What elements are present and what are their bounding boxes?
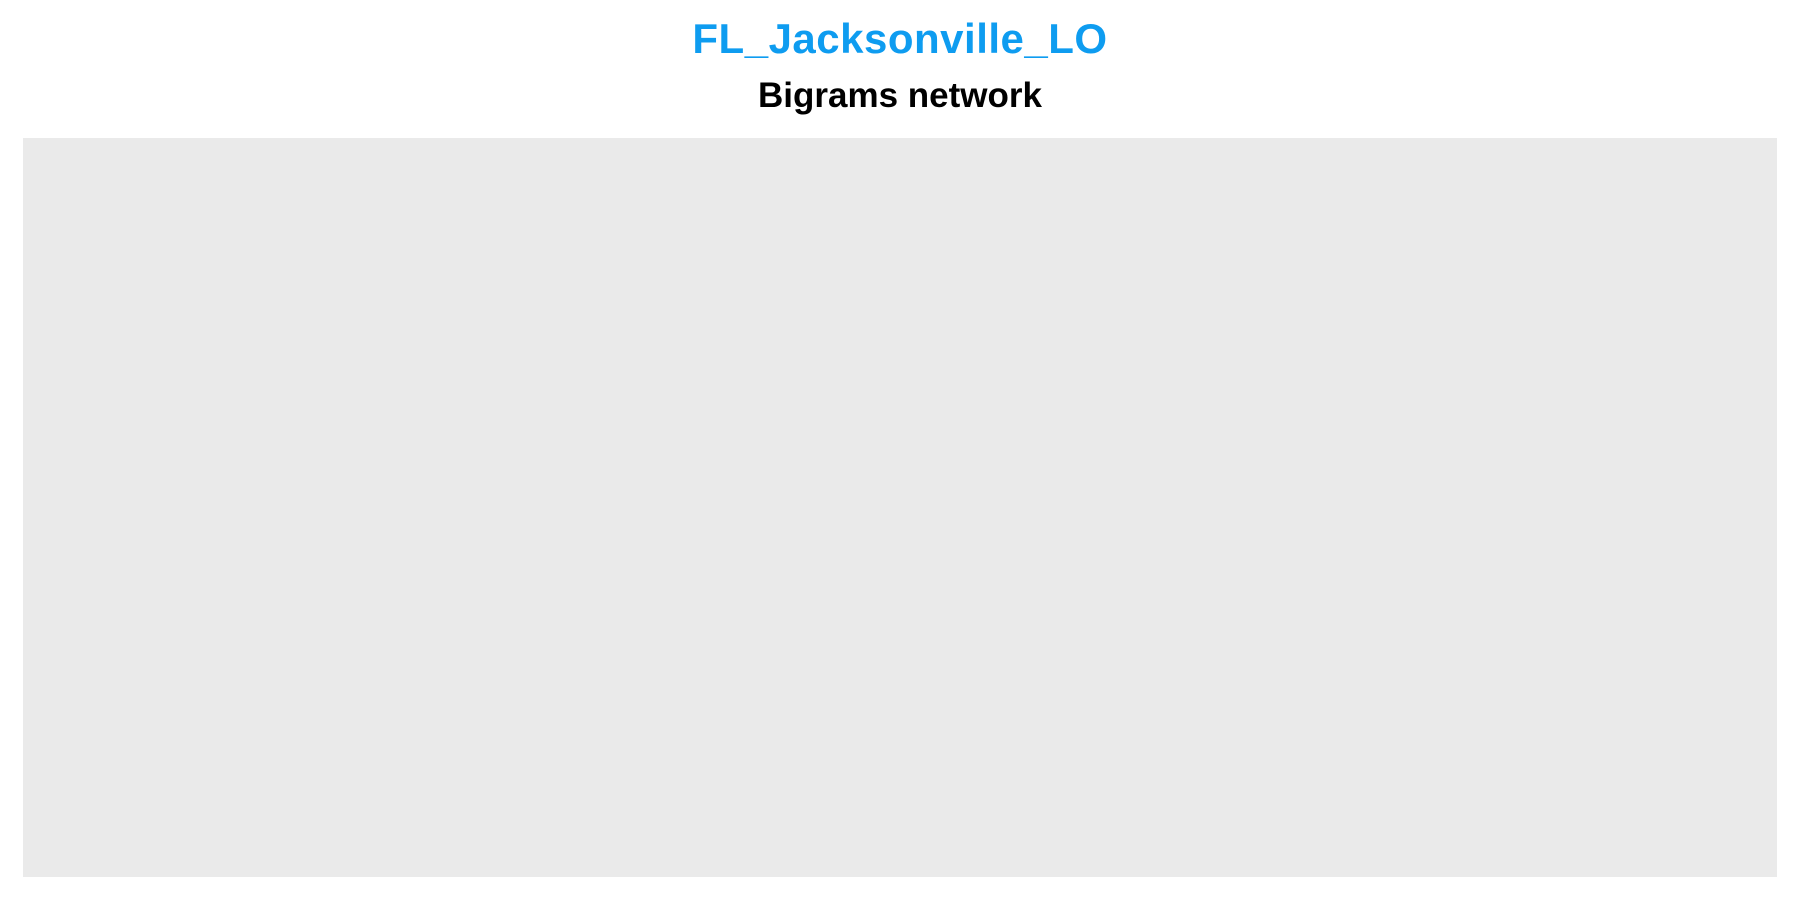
plot-panel: [23, 138, 1777, 877]
chart-subtitle: Bigrams network: [758, 76, 1042, 115]
chart-page: FL_Jacksonville_LO Bigrams network: [0, 0, 1800, 900]
panel-background: [23, 138, 1777, 877]
network-plot: [23, 138, 1777, 877]
chart-title: FL_Jacksonville_LO: [692, 15, 1108, 62]
